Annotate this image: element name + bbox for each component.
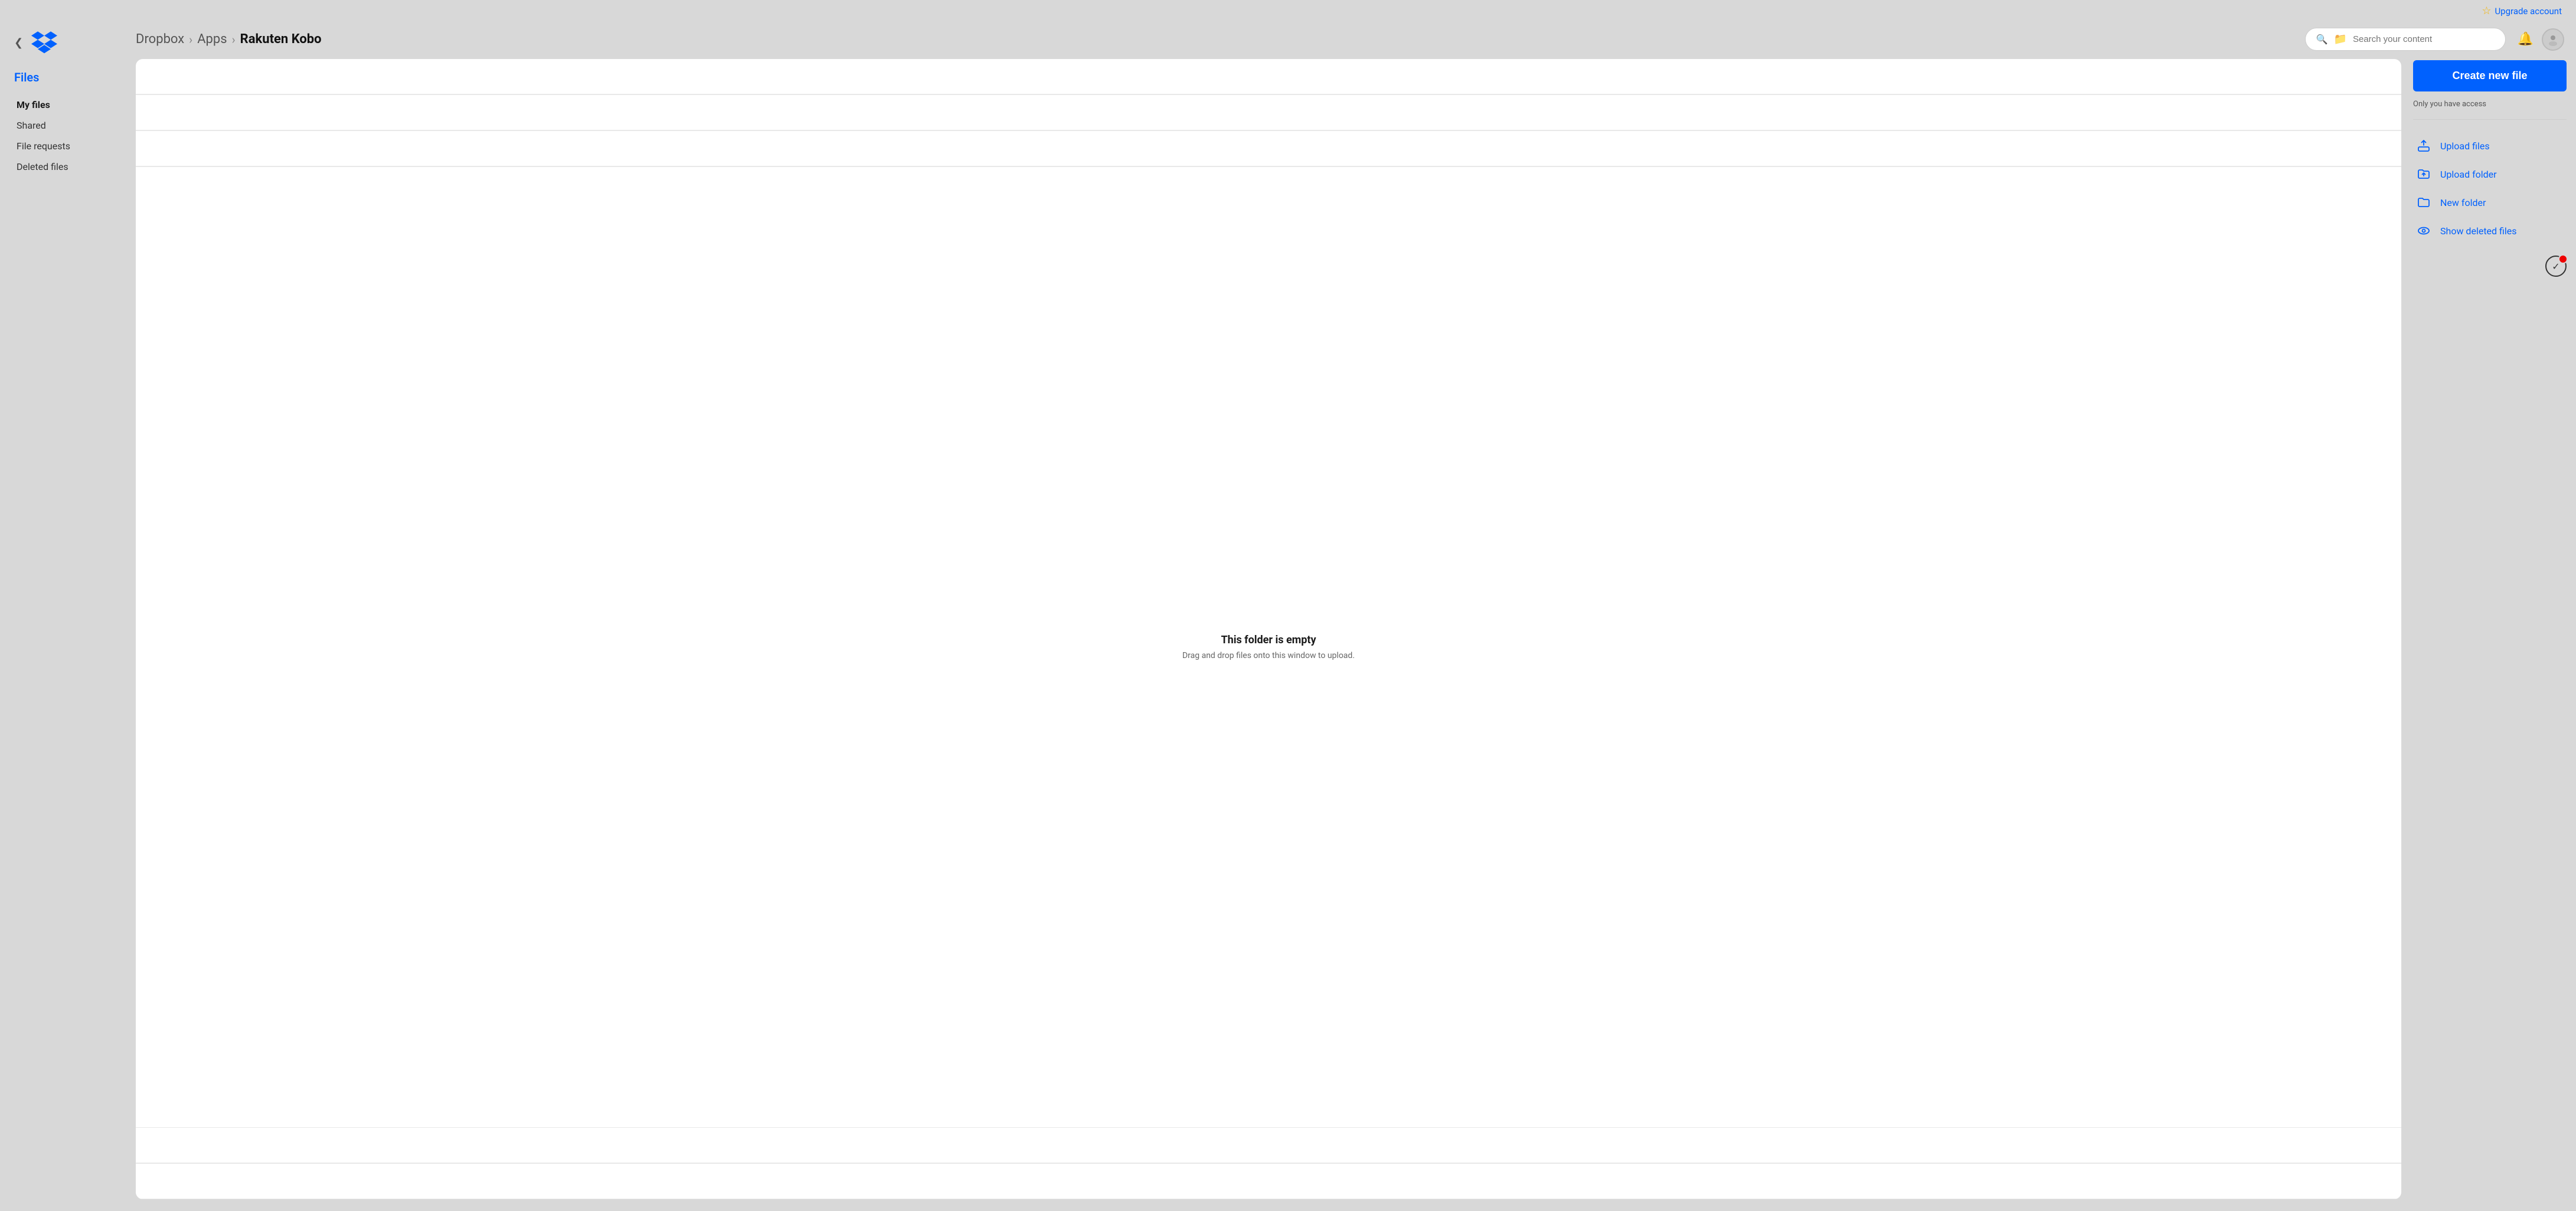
breadcrumb-sep-1: › bbox=[189, 32, 192, 47]
breadcrumb: Dropbox › Apps › Rakuten Kobo bbox=[136, 32, 2293, 47]
new-folder-label: New folder bbox=[2440, 197, 2486, 208]
sidebar-item-file-requests[interactable]: File requests bbox=[14, 136, 118, 156]
bell-icon[interactable]: 🔔 bbox=[2518, 32, 2533, 47]
chevron-left-icon: ❮ bbox=[14, 37, 23, 49]
avatar-icon bbox=[2546, 33, 2559, 46]
search-icon: 🔍 bbox=[2316, 34, 2328, 45]
sidebar-logo[interactable]: ❮ bbox=[14, 31, 118, 54]
panel-header-row bbox=[136, 59, 2401, 94]
empty-folder-title: This folder is empty bbox=[1221, 634, 1316, 646]
checkmark-icon: ✓ bbox=[2552, 261, 2559, 272]
empty-folder: This folder is empty Drag and drop files… bbox=[136, 167, 2401, 1127]
main-content: This folder is empty Drag and drop files… bbox=[130, 59, 2576, 1199]
panel-row-5 bbox=[136, 1128, 2401, 1163]
action-list: Upload files Upload folder bbox=[2413, 133, 2567, 244]
access-info: Only you have access bbox=[2413, 100, 2567, 120]
breadcrumb-apps[interactable]: Apps bbox=[197, 32, 227, 47]
upgrade-account-link[interactable]: ☆ Upgrade account bbox=[2482, 5, 2562, 17]
create-new-file-button[interactable]: Create new file bbox=[2413, 60, 2567, 91]
sidebar-files-title: Files bbox=[14, 70, 118, 84]
panel-row-6 bbox=[136, 1164, 2401, 1199]
breadcrumb-current: Rakuten Kobo bbox=[240, 32, 322, 47]
breadcrumb-dropbox[interactable]: Dropbox bbox=[136, 32, 184, 47]
upload-files-action[interactable]: Upload files bbox=[2413, 133, 2567, 159]
show-deleted-files-label: Show deleted files bbox=[2440, 225, 2517, 237]
content-header: Dropbox › Apps › Rakuten Kobo 🔍 📁 🔔 bbox=[130, 19, 2576, 59]
file-panel: This folder is empty Drag and drop files… bbox=[136, 59, 2401, 1199]
checkmark-badge[interactable]: ✓ bbox=[2545, 256, 2567, 277]
upload-files-label: Upload files bbox=[2440, 140, 2490, 152]
upload-folder-icon bbox=[2415, 167, 2432, 181]
dropbox-logo-icon bbox=[31, 31, 57, 54]
search-input[interactable] bbox=[2353, 34, 2495, 44]
upload-folder-label: Upload folder bbox=[2440, 169, 2497, 180]
top-bar: ☆ Upgrade account bbox=[0, 0, 2576, 19]
content-area: Dropbox › Apps › Rakuten Kobo 🔍 📁 🔔 bbox=[130, 19, 2576, 1199]
new-folder-icon bbox=[2415, 195, 2432, 210]
empty-folder-subtitle: Drag and drop files onto this window to … bbox=[1182, 651, 1355, 660]
panel-row-3 bbox=[136, 131, 2401, 166]
search-folder-icon: 📁 bbox=[2334, 33, 2347, 45]
sidebar-nav: My files Shared File requests Deleted fi… bbox=[14, 95, 118, 176]
show-deleted-files-action[interactable]: Show deleted files bbox=[2413, 218, 2567, 244]
avatar[interactable] bbox=[2542, 28, 2564, 51]
main-layout: ❮ Files My files Shared File requests bbox=[0, 19, 2576, 1211]
breadcrumb-sep-2: › bbox=[232, 32, 236, 47]
sidebar-item-shared[interactable]: Shared bbox=[14, 116, 118, 135]
search-bar[interactable]: 🔍 📁 bbox=[2305, 28, 2506, 51]
sidebar-item-deleted-files[interactable]: Deleted files bbox=[14, 157, 118, 176]
upgrade-account-label: Upgrade account bbox=[2495, 6, 2562, 17]
star-icon: ☆ bbox=[2482, 5, 2491, 17]
sidebar-item-my-files[interactable]: My files bbox=[14, 95, 118, 114]
right-panel: Create new file Only you have access Upl… bbox=[2413, 59, 2567, 1199]
header-icons: 🔔 bbox=[2518, 28, 2564, 51]
eye-icon bbox=[2415, 224, 2432, 238]
upload-folder-action[interactable]: Upload folder bbox=[2413, 161, 2567, 187]
panel-row-2 bbox=[136, 95, 2401, 130]
sidebar: ❮ Files My files Shared File requests bbox=[0, 19, 130, 1199]
new-folder-action[interactable]: New folder bbox=[2413, 189, 2567, 215]
upload-file-icon bbox=[2415, 139, 2432, 153]
